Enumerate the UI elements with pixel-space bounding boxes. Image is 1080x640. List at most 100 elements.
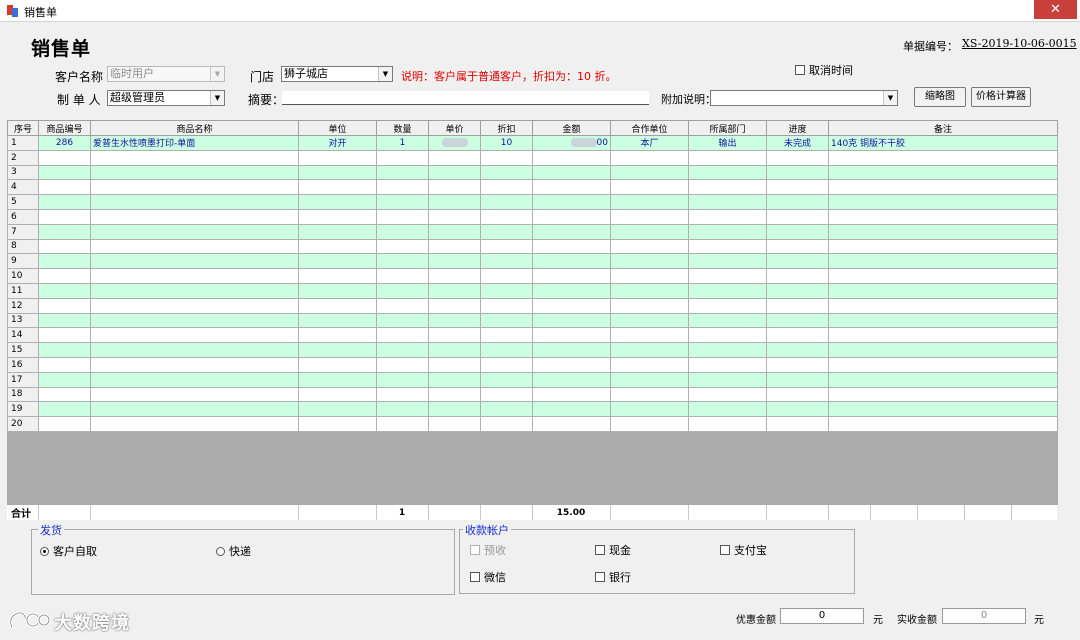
cell-partner[interactable] <box>610 416 689 432</box>
cell-amount[interactable] <box>532 194 611 210</box>
cell-name[interactable] <box>90 356 299 373</box>
table-row[interactable]: 12 <box>7 297 1058 314</box>
cell-discount[interactable] <box>480 179 533 196</box>
cell-remark[interactable] <box>828 282 1058 299</box>
cell-unit[interactable] <box>298 342 377 358</box>
cell-name[interactable] <box>90 238 299 255</box>
cell-progress[interactable] <box>766 208 829 225</box>
cell-partner[interactable] <box>610 164 689 181</box>
cell-progress[interactable] <box>766 149 829 166</box>
table-row[interactable]: 17 <box>7 371 1058 388</box>
cell-dept[interactable] <box>688 371 767 388</box>
cell-unit[interactable] <box>298 149 377 166</box>
cell-remark[interactable] <box>828 179 1058 196</box>
cell-name[interactable]: 爱普生水性喷墨打印-单面 <box>90 135 299 151</box>
cell-unit[interactable] <box>298 416 377 432</box>
column-header[interactable]: 商品名称 <box>90 120 299 136</box>
cell-amount[interactable] <box>532 208 611 225</box>
table-row[interactable]: 1 286 爱普生水性喷墨打印-单面 对开 1 10 00 本厂 输出 未完成 140克 铜版不干胶 <box>7 135 1058 151</box>
cell-unit[interactable] <box>298 282 377 299</box>
column-header[interactable]: 单位 <box>298 120 377 136</box>
cell-name[interactable] <box>90 253 299 270</box>
cell-progress[interactable] <box>766 164 829 181</box>
cell-qty[interactable] <box>376 238 429 255</box>
table-row[interactable]: 5 <box>7 194 1058 210</box>
cell-qty[interactable] <box>376 208 429 225</box>
cell-code[interactable] <box>38 164 91 181</box>
cell-dept[interactable] <box>688 208 767 225</box>
cell-name[interactable] <box>90 371 299 388</box>
cell-price[interactable] <box>428 238 481 255</box>
cell-discount[interactable] <box>480 149 533 166</box>
cell-remark[interactable] <box>828 401 1058 418</box>
cell-discount[interactable] <box>480 312 533 329</box>
table-row[interactable]: 16 <box>7 356 1058 373</box>
cell-qty[interactable] <box>376 179 429 196</box>
cell-progress[interactable]: 未完成 <box>766 135 829 151</box>
table-row[interactable]: 10 <box>7 268 1058 284</box>
cell-progress[interactable] <box>766 312 829 329</box>
cell-code[interactable] <box>38 268 91 284</box>
cell-remark[interactable] <box>828 194 1058 210</box>
thumbnail-button[interactable]: 缩略图 <box>914 87 966 107</box>
cell-partner[interactable] <box>610 253 689 270</box>
delivery-option-self-pickup[interactable]: 客户自取 <box>40 543 97 559</box>
cell-price[interactable] <box>428 282 481 299</box>
cell-progress[interactable] <box>766 179 829 196</box>
column-header[interactable]: 单价 <box>428 120 481 136</box>
cell-dept[interactable] <box>688 238 767 255</box>
cell-price[interactable] <box>428 149 481 166</box>
cell-dept[interactable] <box>688 297 767 314</box>
price-calculator-button[interactable]: 价格计算器 <box>971 87 1031 107</box>
cell-price[interactable] <box>428 297 481 314</box>
store-select[interactable]: 狮子城店 ▼ <box>281 66 393 82</box>
received-amount-input[interactable]: 0 <box>942 608 1026 624</box>
cell-discount[interactable] <box>480 401 533 418</box>
table-row[interactable]: 15 <box>7 342 1058 358</box>
creator-select[interactable]: 超级管理员 ▼ <box>107 90 225 106</box>
table-row[interactable]: 14 <box>7 327 1058 344</box>
cell-code[interactable] <box>38 208 91 225</box>
cell-price[interactable] <box>428 416 481 432</box>
cell-code[interactable] <box>38 223 91 240</box>
cell-partner[interactable] <box>610 356 689 373</box>
cell-discount[interactable] <box>480 356 533 373</box>
cell-progress[interactable] <box>766 268 829 284</box>
cell-qty[interactable] <box>376 416 429 432</box>
cell-progress[interactable] <box>766 371 829 388</box>
cell-qty[interactable] <box>376 342 429 358</box>
cell-remark[interactable] <box>828 238 1058 255</box>
cell-discount[interactable] <box>480 223 533 240</box>
cell-remark[interactable] <box>828 164 1058 181</box>
cell-amount[interactable] <box>532 327 611 344</box>
account-wechat-checkbox[interactable]: 微信 <box>470 569 506 585</box>
cell-remark[interactable] <box>828 327 1058 344</box>
discount-amount-input[interactable]: 0 <box>780 608 864 624</box>
customer-select[interactable]: 临时用户 ▼ <box>107 66 225 82</box>
cell-name[interactable] <box>90 401 299 418</box>
cell-code[interactable] <box>38 179 91 196</box>
close-button[interactable]: ✕ <box>1034 0 1077 19</box>
column-header[interactable]: 所属部门 <box>688 120 767 136</box>
cell-partner[interactable] <box>610 238 689 255</box>
cell-qty[interactable] <box>376 223 429 240</box>
cell-remark[interactable] <box>828 342 1058 358</box>
cell-dept[interactable] <box>688 149 767 166</box>
cell-price[interactable] <box>428 194 481 210</box>
delivery-option-express[interactable]: 快递 <box>216 543 251 559</box>
cell-dept[interactable] <box>688 268 767 284</box>
cell-unit[interactable] <box>298 194 377 210</box>
cell-name[interactable] <box>90 149 299 166</box>
cell-discount[interactable] <box>480 416 533 432</box>
cell-dept[interactable] <box>688 342 767 358</box>
cell-name[interactable] <box>90 208 299 225</box>
cell-unit[interactable] <box>298 327 377 344</box>
cell-progress[interactable] <box>766 253 829 270</box>
cell-remark[interactable] <box>828 268 1058 284</box>
account-cash-checkbox[interactable]: 现金 <box>595 542 631 558</box>
cell-discount[interactable] <box>480 268 533 284</box>
cell-dept[interactable] <box>688 179 767 196</box>
cell-code[interactable] <box>38 194 91 210</box>
table-row[interactable]: 7 <box>7 223 1058 240</box>
cell-code[interactable] <box>38 327 91 344</box>
